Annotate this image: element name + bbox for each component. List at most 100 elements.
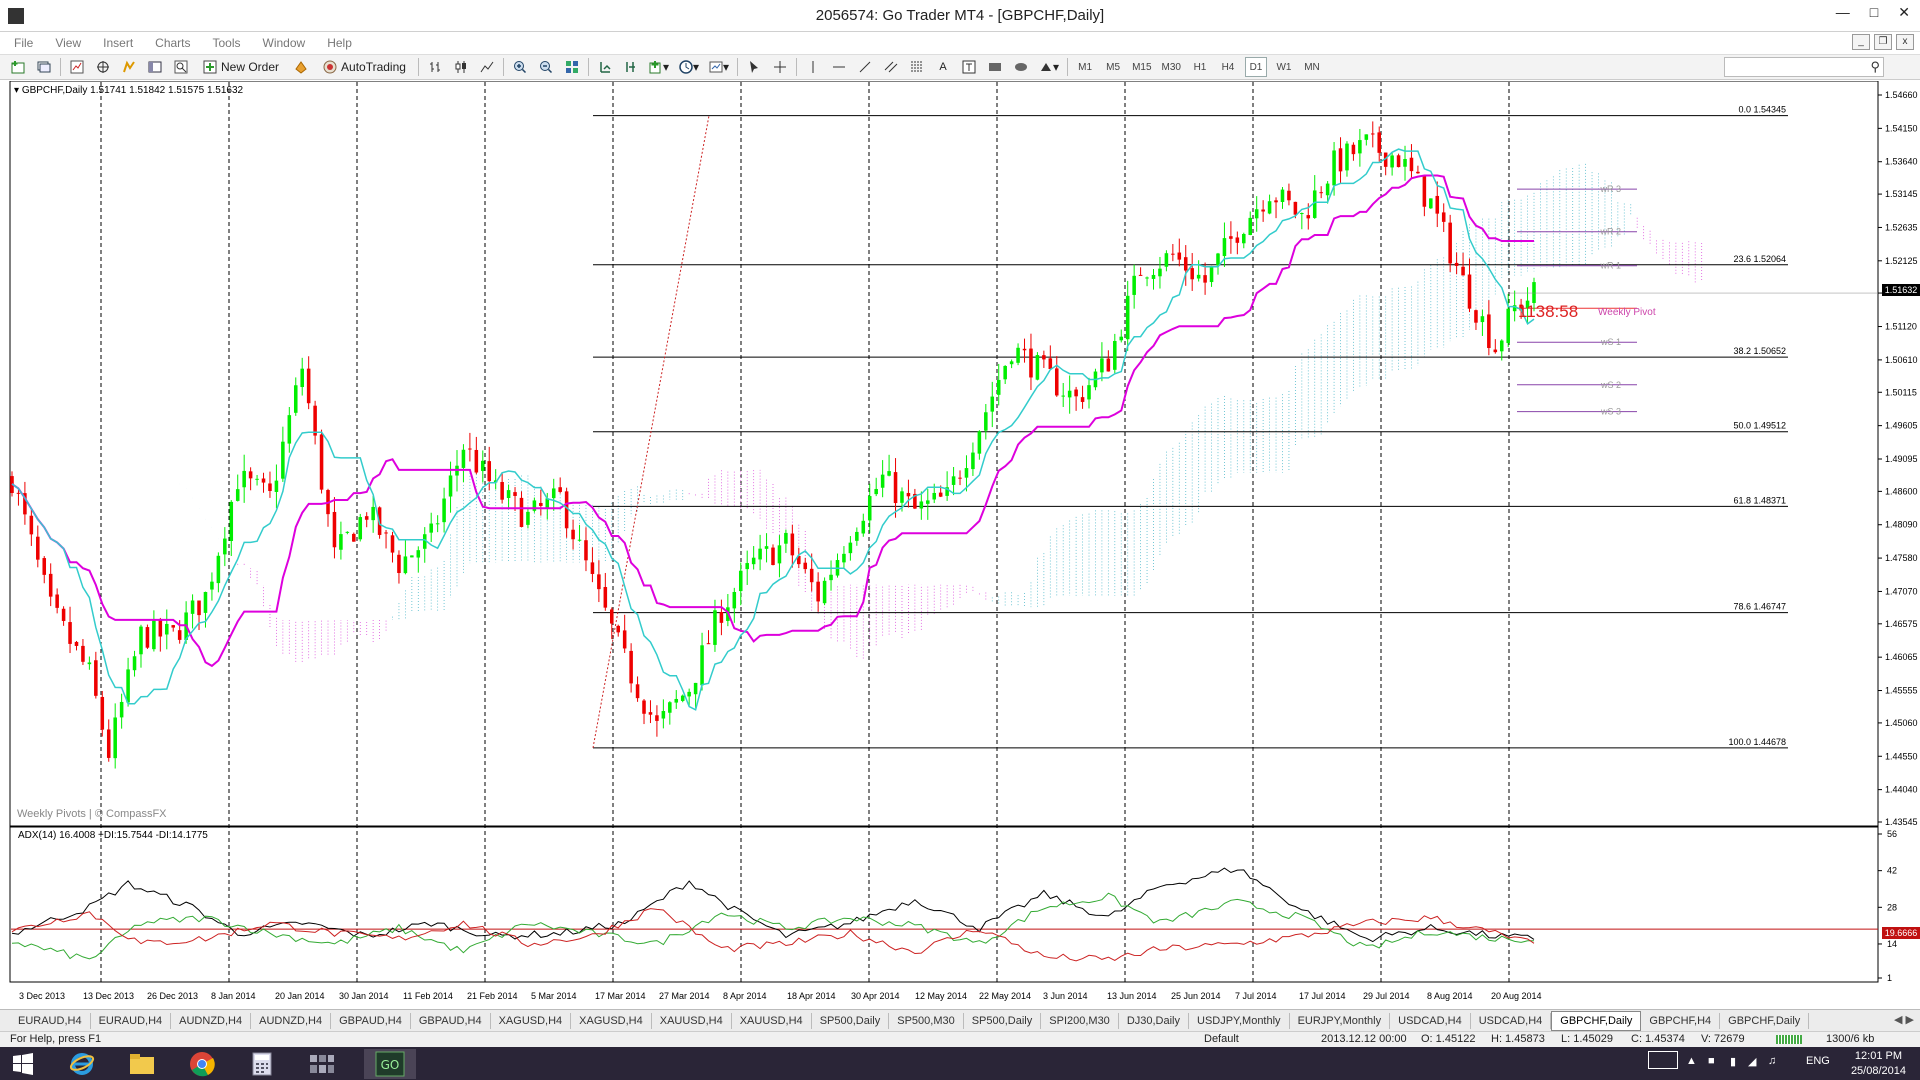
templates-icon[interactable]: ▾ <box>707 57 731 77</box>
symbol-tab[interactable]: XAGUSD,H4 <box>571 1012 652 1029</box>
child-minimize-button[interactable]: _ <box>1852 34 1870 50</box>
battery-icon[interactable]: ▮ <box>1730 1055 1736 1068</box>
timeframe-d1[interactable]: D1 <box>1244 57 1267 77</box>
text-tool-icon[interactable]: A <box>933 57 953 77</box>
symbol-tab[interactable]: GBPCHF,H4 <box>1641 1012 1721 1029</box>
timeframe-w1[interactable]: W1 <box>1273 57 1295 77</box>
menu-tools[interactable]: Tools <box>213 36 241 50</box>
child-restore-button[interactable]: ❐ <box>1874 34 1892 50</box>
start-button[interactable] <box>0 1049 46 1079</box>
strategy-tester-icon[interactable] <box>171 57 191 77</box>
symbol-tab[interactable]: GBPAUD,H4 <box>411 1012 491 1029</box>
taskbar-explorer[interactable] <box>116 1049 168 1079</box>
chart-canvas[interactable]: 0.0 1.54345 23.6 1.52064 38.2 1.50652 50.0 … <box>9 81 1920 1009</box>
taskbar-app[interactable] <box>296 1049 348 1079</box>
profiles-icon[interactable] <box>34 57 54 77</box>
horizontal-line-icon[interactable] <box>829 57 849 77</box>
symbol-tab[interactable]: SP500,M30 <box>889 1012 964 1029</box>
symbol-tab[interactable]: DJ30,Daily <box>1119 1012 1189 1029</box>
symbol-tab[interactable]: EURJPY,Monthly <box>1290 1012 1391 1029</box>
indicators-icon[interactable]: ▾ <box>647 57 671 77</box>
chart-window[interactable]: 0.0 1.54345 23.6 1.52064 38.2 1.50652 50.0 … <box>9 81 1920 1009</box>
menu-help[interactable]: Help <box>327 36 352 50</box>
line-chart-icon[interactable] <box>477 57 497 77</box>
taskbar-calculator[interactable] <box>236 1049 288 1079</box>
periods-icon[interactable]: ▾ <box>677 57 701 77</box>
candle-body <box>874 488 878 495</box>
symbol-tab[interactable]: EURAUD,H4 <box>91 1012 172 1029</box>
rectangle-icon[interactable] <box>985 57 1005 77</box>
tile-windows-icon[interactable] <box>562 57 582 77</box>
autotrading-button[interactable]: AutoTrading <box>317 57 412 77</box>
candle-body <box>977 431 982 454</box>
zoom-out-icon[interactable] <box>536 57 556 77</box>
zoom-in-icon[interactable] <box>510 57 530 77</box>
taskbar-ie[interactable] <box>56 1049 108 1079</box>
search-icon[interactable]: ⚲ <box>1870 59 1880 75</box>
show-hidden-icons-icon[interactable]: ▲ <box>1686 1055 1697 1067</box>
navigator-icon[interactable] <box>119 57 139 77</box>
new-order-button[interactable]: New Order <box>197 57 285 77</box>
symbol-tab[interactable]: SP500,Daily <box>812 1012 890 1029</box>
search-input[interactable] <box>1724 57 1884 77</box>
metaeditor-icon[interactable] <box>291 57 311 77</box>
symbol-tab[interactable]: AUDNZD,H4 <box>251 1012 332 1029</box>
symbol-tab[interactable]: XAUUSD,H4 <box>652 1012 732 1029</box>
timeframe-m15[interactable]: M15 <box>1130 57 1153 77</box>
taskbar-chrome[interactable] <box>176 1049 228 1079</box>
candlesticks-icon[interactable] <box>451 57 471 77</box>
symbol-tab[interactable]: GBPCHF,Daily <box>1551 1010 1642 1031</box>
fibonacci-icon[interactable] <box>907 57 927 77</box>
menu-view[interactable]: View <box>55 36 81 50</box>
action-center-icon[interactable]: ■ <box>1708 1055 1715 1067</box>
vertical-line-icon[interactable] <box>803 57 823 77</box>
symbol-tab[interactable]: USDCAD,H4 <box>1390 1012 1471 1029</box>
menu-window[interactable]: Window <box>263 36 306 50</box>
timeframe-m1[interactable]: M1 <box>1074 57 1096 77</box>
volume-icon[interactable]: ♫ <box>1768 1055 1776 1067</box>
symbol-tab[interactable]: XAUUSD,H4 <box>732 1012 812 1029</box>
menu-file[interactable]: File <box>14 36 33 50</box>
equidistant-channel-icon[interactable] <box>881 57 901 77</box>
maximize-button[interactable]: □ <box>1870 4 1878 21</box>
timeframe-mn[interactable]: MN <box>1301 57 1323 77</box>
bar-chart-icon[interactable] <box>425 57 445 77</box>
autoscroll-icon[interactable] <box>595 57 615 77</box>
symbol-tab[interactable]: SP500,Daily <box>964 1012 1042 1029</box>
crosshair-icon[interactable] <box>770 57 790 77</box>
symbol-tab[interactable]: GBPAUD,H4 <box>331 1012 411 1029</box>
cursor-icon[interactable] <box>744 57 764 77</box>
menu-charts[interactable]: Charts <box>155 36 190 50</box>
timeframe-h1[interactable]: H1 <box>1189 57 1211 77</box>
child-close-button[interactable]: x <box>1896 34 1914 50</box>
tab-nav[interactable]: ◀ ▶ <box>1894 1013 1914 1026</box>
symbol-tab[interactable]: AUDNZD,H4 <box>171 1012 252 1029</box>
symbol-tab[interactable]: EURAUD,H4 <box>10 1012 91 1029</box>
timeframe-m30[interactable]: M30 <box>1160 57 1183 77</box>
menu-insert[interactable]: Insert <box>103 36 133 50</box>
symbol-tab[interactable]: SPI200,M30 <box>1041 1012 1119 1029</box>
new-chart-icon[interactable] <box>8 57 28 77</box>
symbol-tab[interactable]: XAGUSD,H4 <box>491 1012 572 1029</box>
symbol-tab[interactable]: USDJPY,Monthly <box>1189 1012 1290 1029</box>
taskbar-mt4[interactable]: GO <box>364 1049 416 1079</box>
text-label-icon[interactable] <box>959 57 979 77</box>
minimize-button[interactable]: — <box>1836 4 1850 21</box>
dropdown-arrow-icon[interactable]: ▾ <box>14 85 19 96</box>
keyboard-icon[interactable] <box>1648 1051 1678 1069</box>
data-window-icon[interactable] <box>93 57 113 77</box>
chart-shift-icon[interactable] <box>621 57 641 77</box>
symbol-tab[interactable]: USDCAD,H4 <box>1471 1012 1552 1029</box>
timeframe-m5[interactable]: M5 <box>1102 57 1124 77</box>
ellipse-icon[interactable] <box>1011 57 1031 77</box>
network-icon[interactable]: ◢ <box>1748 1055 1756 1068</box>
trendline-icon[interactable] <box>855 57 875 77</box>
clock[interactable]: 12:01 PM 25/08/2014 <box>1851 1049 1906 1079</box>
symbol-tab[interactable]: GBPCHF,Daily <box>1720 1012 1810 1029</box>
language-indicator[interactable]: ENG <box>1806 1055 1830 1067</box>
arrows-icon[interactable]: ▾ <box>1037 57 1061 77</box>
close-button[interactable]: ✕ <box>1898 4 1910 21</box>
market-watch-icon[interactable] <box>67 57 87 77</box>
timeframe-h4[interactable]: H4 <box>1217 57 1239 77</box>
terminal-icon[interactable] <box>145 57 165 77</box>
